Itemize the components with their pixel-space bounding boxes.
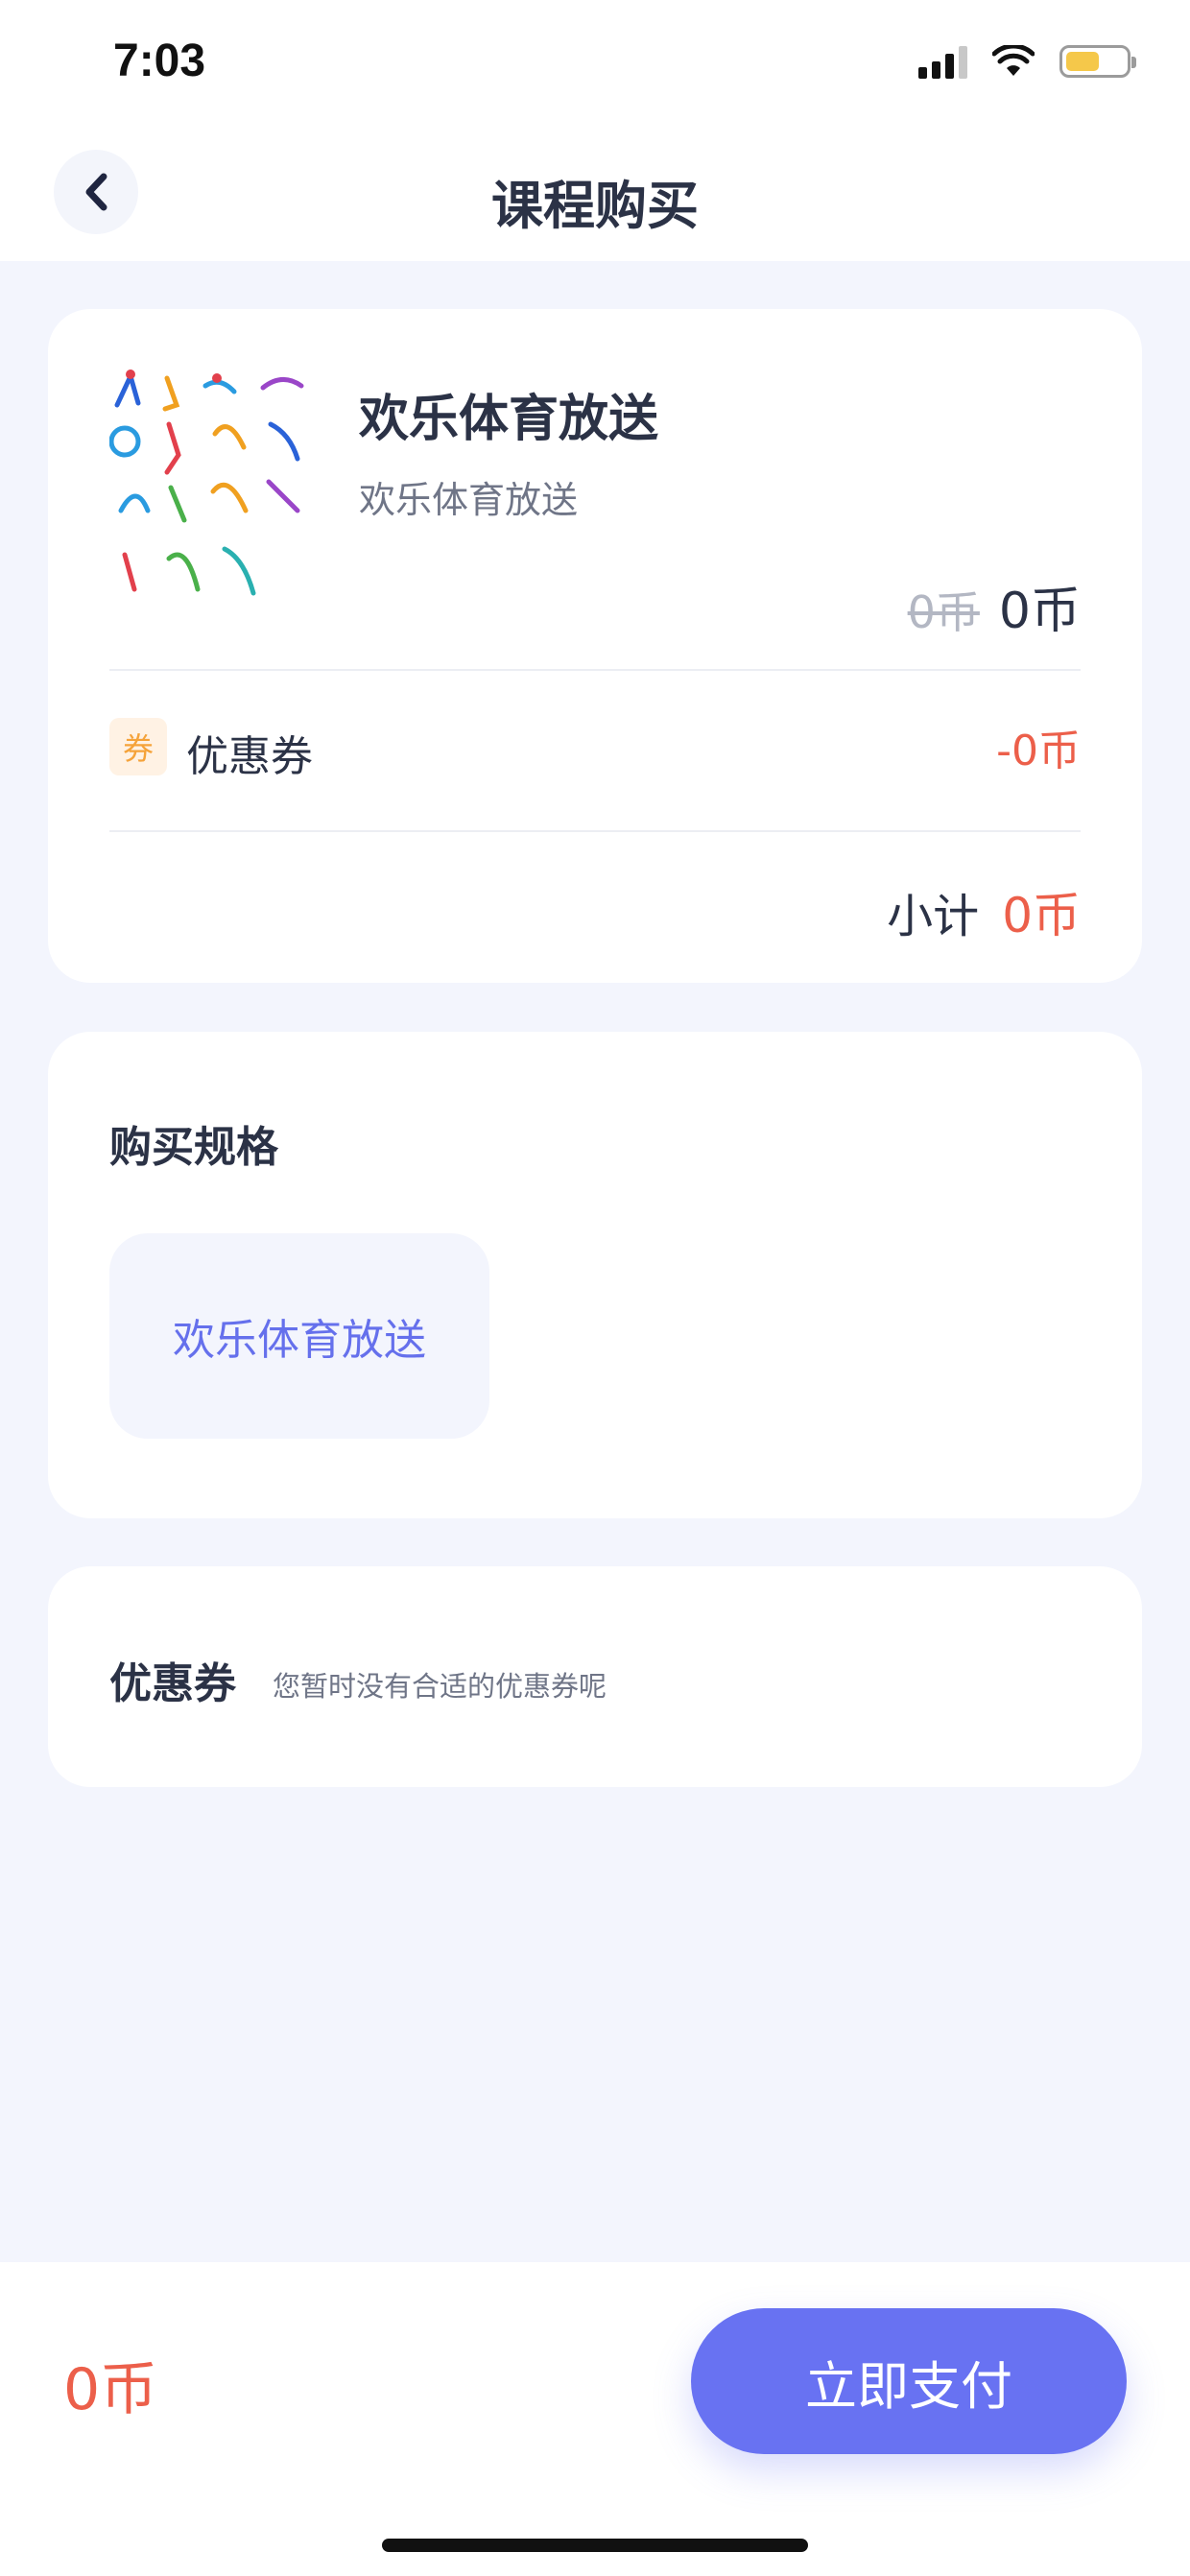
- status-icons: [918, 44, 1136, 79]
- status-bar: 7:03: [0, 0, 1190, 125]
- coupon-icon: 券: [109, 718, 167, 775]
- subtotal-label: 小计: [887, 890, 980, 943]
- coupon-card[interactable]: 优惠券 您暂时没有合适的优惠券呢: [48, 1566, 1142, 1787]
- spec-card: 购买规格 欢乐体育放送: [48, 1032, 1142, 1518]
- checkout-bar: 0币 立即支付: [0, 2262, 1190, 2576]
- order-summary-card: 欢乐体育放送 欢乐体育放送 0币 0币 券 优惠券 -0币 小计 0币: [48, 309, 1142, 983]
- course-image: [109, 369, 304, 596]
- course-subtitle: 欢乐体育放送: [359, 479, 579, 521]
- coupon-discount: -0币: [996, 727, 1081, 775]
- battery-icon: [1059, 45, 1136, 78]
- status-time: 7:03: [113, 36, 206, 86]
- nav-bar: 课程购买: [0, 125, 1190, 261]
- original-price: 0币: [907, 586, 980, 638]
- pay-now-button[interactable]: 立即支付: [691, 2308, 1127, 2454]
- subtotal-value: 0币: [1002, 888, 1081, 943]
- signal-icon: [918, 44, 967, 79]
- home-indicator: [382, 2539, 808, 2552]
- current-price: 0币: [998, 583, 1081, 640]
- coupon-empty-note: 您暂时没有合适的优惠券呢: [273, 1670, 607, 1703]
- wifi-icon: [992, 45, 1035, 76]
- subtotal-row: 小计 0币: [887, 877, 1081, 946]
- spec-title: 购买规格: [109, 1123, 278, 1172]
- coupon-label: 优惠券: [186, 732, 313, 781]
- divider: [109, 830, 1081, 832]
- divider: [109, 669, 1081, 671]
- total-price: 0币: [63, 2356, 158, 2423]
- course-name: 欢乐体育放送: [359, 391, 659, 448]
- coupon-section-title: 优惠券: [109, 1659, 236, 1708]
- spec-option[interactable]: 欢乐体育放送: [109, 1233, 489, 1439]
- price-row: 0币 0币: [908, 570, 1081, 642]
- page-title: 课程购买: [491, 176, 699, 236]
